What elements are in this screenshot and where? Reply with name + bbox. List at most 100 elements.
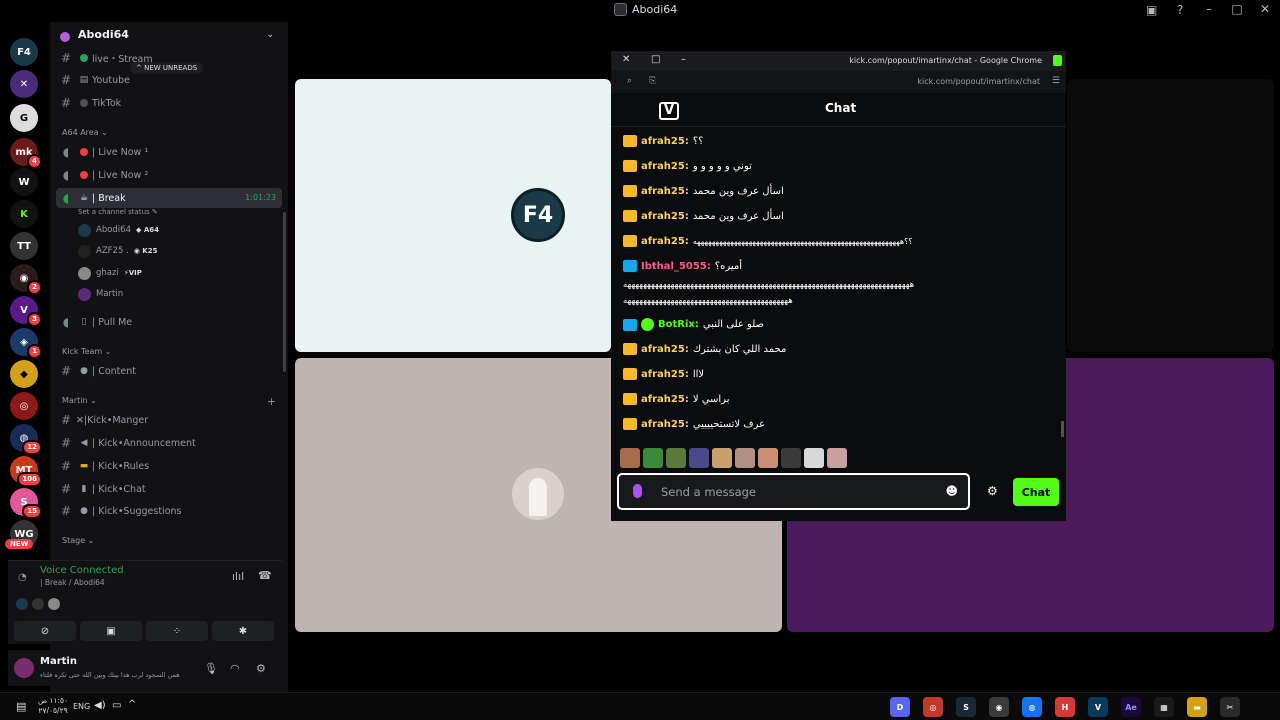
channel-item[interactable]: # TikTok [56, 93, 282, 113]
activities-button[interactable]: ⁘ [146, 621, 208, 641]
chat-user[interactable]: afrah25: [641, 369, 689, 380]
voice-status[interactable]: Voice Connected [40, 565, 124, 576]
chat-user[interactable]: Ibthal_5055: [641, 261, 711, 272]
soundboard-button[interactable]: ✱ [212, 621, 274, 641]
voice-user[interactable]: AZF25 . ◉ K25 [78, 242, 157, 260]
close-icon[interactable]: ✕ [622, 54, 630, 65]
chat-user[interactable]: afrah25: [641, 136, 689, 147]
settings-icon[interactable]: ⚙ [256, 662, 266, 675]
disconnect-icon[interactable]: ☎ [258, 569, 272, 582]
emoji-icon[interactable]: ☻ [945, 484, 958, 498]
channel-status[interactable]: Set a channel status ✎ [78, 208, 158, 216]
channel-item[interactable]: # ▤ Youtube [56, 70, 282, 90]
server-icon[interactable]: TT [10, 232, 38, 260]
signal-icon[interactable]: ◔ [18, 572, 27, 583]
channel-item[interactable]: # ● | Kick•Suggestions [56, 501, 282, 521]
folder-icon[interactable]: ▬ [1187, 697, 1207, 717]
microphone-icon[interactable]: 🎙 [204, 662, 218, 675]
emote-icon[interactable] [666, 448, 686, 468]
vegas-icon[interactable]: V [1088, 697, 1108, 717]
server-icon[interactable]: ◆ [10, 360, 38, 388]
server-icon[interactable]: K [10, 200, 38, 228]
voice-user[interactable]: Martin [78, 285, 123, 303]
chat-settings-icon[interactable]: ⚙ [987, 484, 998, 498]
channel-item[interactable]: # ◀ | Kick•Announcement [56, 433, 282, 453]
category-martin[interactable]: Martin ⌄ + [62, 395, 276, 408]
chat-user[interactable]: BotRix: [658, 319, 699, 330]
server-icon[interactable]: MT 106 [10, 456, 42, 487]
message-input[interactable]: Send a message ☻ [617, 473, 970, 510]
chat-scrollbar[interactable] [1061, 421, 1064, 437]
emote-icon[interactable] [827, 448, 847, 468]
app-icon[interactable]: ◎ [923, 697, 943, 717]
tune-icon[interactable]: ☰ [1052, 76, 1060, 86]
language-indicator[interactable]: ENG [73, 702, 90, 711]
help-icon[interactable]: ? [1177, 3, 1183, 17]
voice-user[interactable]: ghazi ⚡VIP [78, 264, 142, 282]
app-icon[interactable]: H [1055, 697, 1075, 717]
channel-item[interactable]: # ✕|Kick•Manger [56, 410, 282, 430]
guild-header[interactable]: Abodi64 ⌄ [50, 28, 288, 48]
emote-icon[interactable] [804, 448, 824, 468]
capcut-icon[interactable]: ✂ [1220, 697, 1240, 717]
chat-user[interactable]: afrah25: [641, 211, 689, 222]
steam-icon[interactable]: S [956, 697, 976, 717]
voice-channel-item[interactable]: ◖ | Live Now ² [56, 165, 282, 185]
minimize-icon[interactable]: – [1202, 2, 1216, 16]
after-effects-icon[interactable]: Ae [1121, 697, 1141, 717]
zoom-icon[interactable]: ⌕ [627, 76, 632, 86]
voice-channel-item[interactable]: ◖ ▯ | Pull Me [56, 312, 282, 332]
minimize-icon[interactable]: – [681, 54, 686, 65]
screen-share-button[interactable]: ▣ [80, 621, 142, 641]
sidebar-scrollbar[interactable] [283, 212, 286, 372]
chat-user[interactable]: afrah25: [641, 419, 689, 430]
volume-icon[interactable]: ◀) [94, 700, 106, 711]
video-tile[interactable] [1067, 79, 1274, 352]
server-icon[interactable]: ◉ 2 [10, 264, 42, 295]
channel-item[interactable]: # ● | Content [56, 361, 282, 381]
translate-icon[interactable]: ⎘ [649, 76, 656, 86]
network-icon[interactable]: ▭ [112, 700, 121, 711]
emote-icon[interactable] [689, 448, 709, 468]
chevron-up-icon[interactable]: ^ [128, 699, 136, 710]
server-icon[interactable]: W [10, 168, 38, 196]
voice-channel-break[interactable]: ◖ ☕ | Break 1:01:23 [56, 188, 282, 208]
user-avatar[interactable] [14, 658, 34, 678]
microphone-icon[interactable] [633, 484, 642, 498]
emote-icon[interactable] [620, 448, 640, 468]
category-kick-team[interactable]: Kick Team ⌄ [62, 347, 111, 356]
maximize-icon[interactable]: □ [1230, 2, 1244, 16]
voice-channel-item[interactable]: ◖ | Live Now ¹ [56, 142, 282, 162]
server-icon[interactable]: V3 [10, 296, 42, 327]
server-icon[interactable]: S 15 [10, 488, 42, 519]
chat-user[interactable]: afrah25: [641, 161, 689, 172]
server-icon[interactable]: ✕ [10, 70, 38, 98]
emote-icon[interactable] [712, 448, 732, 468]
voice-location[interactable]: | Break / Abodi64 [40, 578, 105, 587]
category-stage[interactable]: Stage ⌄ [62, 536, 94, 545]
notification-icon[interactable]: ▤ [16, 700, 26, 713]
server-icon[interactable]: G [10, 104, 38, 132]
chrome-icon[interactable]: ◍ [1022, 697, 1042, 717]
camera-off-button[interactable]: ⊘ [14, 621, 76, 641]
maximize-icon[interactable]: □ [651, 54, 660, 65]
user-name[interactable]: Martin [40, 656, 77, 667]
emote-icon[interactable] [758, 448, 778, 468]
chat-user[interactable]: afrah25: [641, 236, 689, 247]
server-icon[interactable]: ◈ 1 [10, 328, 42, 359]
send-chat-button[interactable]: Chat [1013, 478, 1059, 506]
store-icon[interactable]: ▦ [1154, 697, 1174, 717]
server-icon[interactable]: ◎ [10, 392, 38, 420]
emote-icon[interactable] [735, 448, 755, 468]
noise-suppression-icon[interactable]: ılıl [232, 570, 244, 583]
url-text[interactable]: kick.com/popout/imartinx/chat [917, 77, 1040, 86]
channel-item[interactable]: # ▬ | Kick•Rules [56, 456, 282, 476]
inbox-icon[interactable]: ▣ [1146, 3, 1157, 17]
clock[interactable]: ١١:٥٠ ص ٢٧/٠٥/٢٩ [38, 696, 68, 716]
server-icon[interactable]: F4 [10, 38, 38, 66]
app-icon[interactable]: ◉ [989, 697, 1009, 717]
new-badge[interactable]: NEW [5, 539, 34, 549]
chat-user[interactable]: afrah25: [641, 394, 689, 405]
category-a64[interactable]: A64 Area ⌄ [62, 128, 108, 137]
headphones-icon[interactable]: ◠ [230, 662, 240, 675]
